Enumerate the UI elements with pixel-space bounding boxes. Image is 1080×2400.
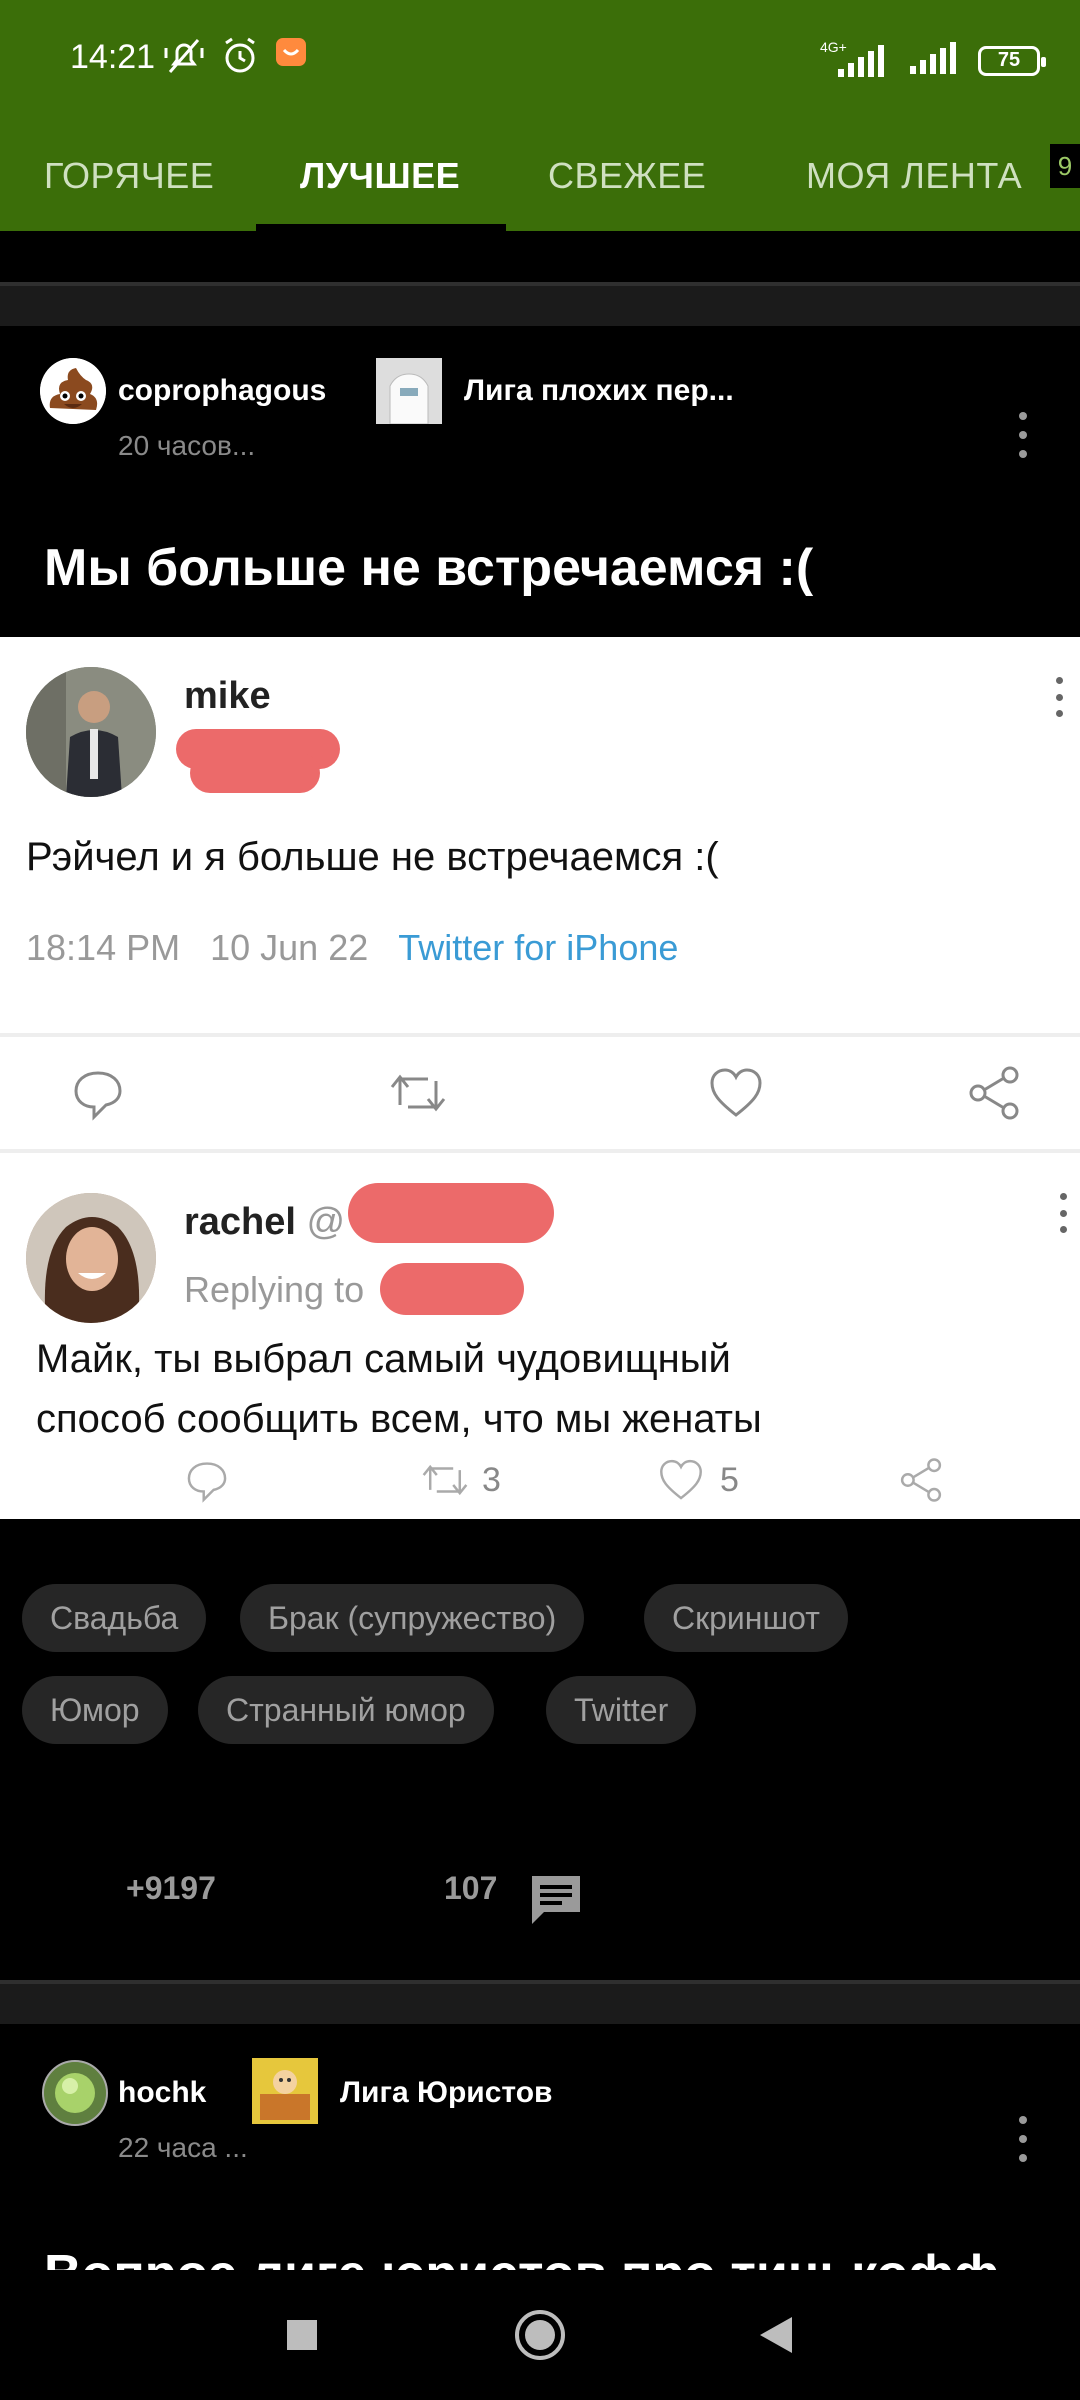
mike-name: mike bbox=[184, 675, 271, 717]
post-rating[interactable]: +9197 bbox=[126, 1870, 216, 1907]
mike-tweet-text: Рэйчел и я больше не встречаемся :( bbox=[26, 835, 719, 879]
redaction bbox=[190, 753, 320, 793]
app-header: 14:21 4G+ 75 ГОРЯЧЕЕ ЛУЧШЕЕ СВЕЖЕЕ МОЯ Л… bbox=[0, 0, 1080, 231]
tab-hot[interactable]: ГОРЯЧЕЕ bbox=[44, 120, 214, 231]
post-time: 20 часов... bbox=[118, 430, 256, 461]
author-avatar[interactable] bbox=[42, 2060, 108, 2126]
feed-tabs: ГОРЯЧЕЕ ЛУЧШЕЕ СВЕЖЕЕ МОЯ ЛЕНТА 9 bbox=[0, 120, 1080, 231]
share-icon bbox=[898, 1457, 944, 1503]
community-avatar[interactable] bbox=[252, 2058, 318, 2124]
author-name[interactable]: hochk bbox=[118, 2076, 206, 2110]
comments-icon[interactable] bbox=[526, 1870, 586, 1935]
share-icon bbox=[966, 1065, 1022, 1121]
reply-icon bbox=[184, 1457, 230, 1503]
tab-badge: 9 bbox=[1050, 144, 1080, 188]
tag-chip[interactable]: Скриншот bbox=[644, 1584, 848, 1652]
post-header: hochk 22 часа ... Лига Юристов bbox=[0, 2024, 1080, 2174]
community-name[interactable]: Лига Юристов bbox=[340, 2076, 552, 2110]
status-time: 14:21 bbox=[70, 38, 156, 76]
divider bbox=[0, 1033, 1080, 1037]
post-separator bbox=[0, 282, 1080, 326]
divider bbox=[0, 1149, 1080, 1153]
like-icon bbox=[658, 1457, 704, 1503]
post-title[interactable]: Мы больше не встречаемся :( bbox=[44, 538, 813, 598]
redaction bbox=[348, 1183, 554, 1243]
post-separator bbox=[0, 1980, 1080, 2024]
home-button[interactable] bbox=[500, 2270, 580, 2400]
community-name[interactable]: Лига плохих пер... bbox=[464, 374, 734, 408]
tag-chip[interactable]: Свадьба bbox=[22, 1584, 207, 1652]
retweet-icon bbox=[420, 1457, 470, 1503]
post-menu-icon[interactable] bbox=[1016, 412, 1030, 458]
rachel-name: rachel @ bbox=[184, 1201, 346, 1243]
app-notification-icon bbox=[274, 34, 310, 75]
status-indicators: 4G+ 75 bbox=[820, 38, 1046, 83]
tag-chip[interactable]: Twitter bbox=[546, 1676, 697, 1744]
like-icon bbox=[708, 1065, 764, 1121]
tag-chip[interactable]: Странный юмор bbox=[198, 1676, 494, 1744]
author-name[interactable]: coprophagous bbox=[118, 374, 326, 408]
post-time: 22 часа ... bbox=[118, 2132, 248, 2163]
tag-chip[interactable]: Юмор bbox=[22, 1676, 168, 1744]
retweet-count: 3 bbox=[482, 1461, 501, 1499]
rachel-avatar bbox=[26, 1193, 156, 1323]
like-count: 5 bbox=[720, 1461, 739, 1499]
alarm-icon bbox=[218, 34, 262, 83]
signal-icon bbox=[904, 38, 964, 83]
system-nav-bar bbox=[0, 2270, 1080, 2400]
active-tab-indicator bbox=[256, 224, 506, 231]
tab-fresh[interactable]: СВЕЖЕЕ bbox=[548, 120, 706, 231]
tab-my-feed[interactable]: МОЯ ЛЕНТА bbox=[806, 120, 1022, 231]
community-avatar[interactable] bbox=[376, 358, 442, 425]
status-bar: 14:21 4G+ 75 bbox=[0, 0, 1080, 120]
back-button[interactable] bbox=[736, 2270, 816, 2400]
post-header: coprophagous 20 часов... Лига плохих пер… bbox=[0, 326, 1080, 476]
tweet-menu-icon bbox=[1054, 677, 1064, 717]
comment-count[interactable]: 107 bbox=[444, 1870, 497, 1907]
tweet-meta: 18:14 PM 10 Jun 22 Twitter for iPhone bbox=[26, 927, 679, 968]
author-avatar[interactable] bbox=[40, 358, 106, 424]
tab-best[interactable]: ЛУЧШЕЕ bbox=[300, 120, 460, 231]
retweet-icon bbox=[388, 1065, 448, 1121]
muted-bell-icon bbox=[162, 34, 206, 83]
tag-chip[interactable]: Брак (супружество) bbox=[240, 1584, 585, 1652]
tweet-menu-icon bbox=[1058, 1193, 1068, 1233]
mike-avatar bbox=[26, 667, 156, 797]
signal-4g-icon: 4G+ bbox=[820, 39, 890, 81]
reply-icon bbox=[70, 1065, 126, 1121]
recents-button[interactable] bbox=[262, 2270, 342, 2400]
rachel-tweet-line1: Майк, ты выбрал самый чудовищный bbox=[36, 1337, 731, 1381]
redaction bbox=[380, 1263, 524, 1315]
replying-to: Replying to bbox=[184, 1269, 365, 1310]
post-image[interactable]: mike Рэйчел и я больше не встречаемся :(… bbox=[0, 637, 1080, 1519]
post-menu-icon[interactable] bbox=[1016, 2116, 1030, 2162]
battery-icon: 75 bbox=[978, 45, 1046, 76]
rachel-tweet-line2: способ сообщить всем, что мы женаты bbox=[36, 1397, 762, 1441]
post-title[interactable]: Вопрос лиге юристов про тинькофф bbox=[44, 2236, 1044, 2270]
